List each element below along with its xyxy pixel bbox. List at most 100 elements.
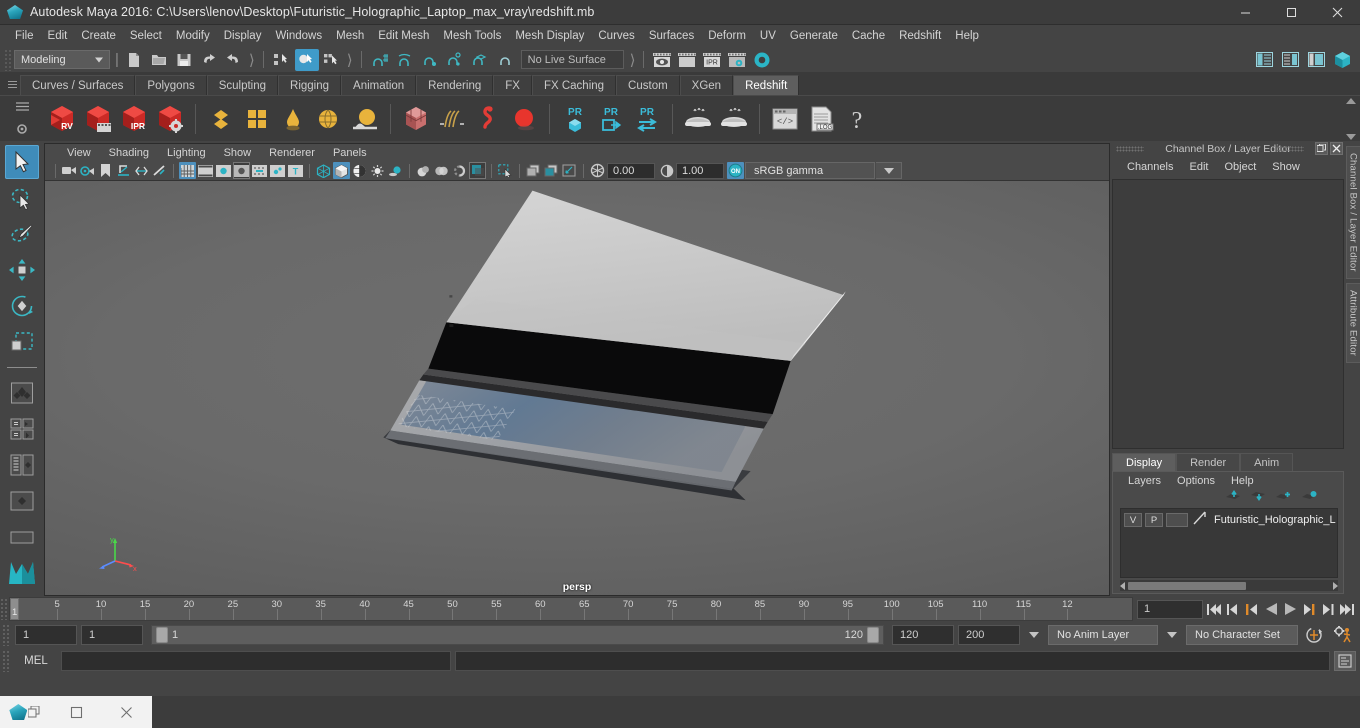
panel-grip-left[interactable]: [1116, 146, 1144, 152]
range-start-field[interactable]: 1: [81, 625, 143, 645]
character-set-select[interactable]: No Character Set: [1186, 625, 1298, 645]
attribute-editor-icon[interactable]: [1278, 49, 1302, 71]
shelf-options-icon[interactable]: [15, 122, 29, 141]
layer-list[interactable]: V P Futuristic_Holographic_L: [1120, 508, 1338, 578]
range-left-handle[interactable]: [156, 627, 168, 643]
snap-to-projected-center-icon[interactable]: [443, 49, 467, 71]
close-panel-icon[interactable]: [1330, 142, 1343, 155]
anim-layer-select[interactable]: No Anim Layer: [1048, 625, 1158, 645]
shelf-redshift-script-editor[interactable]: </>: [768, 102, 802, 136]
minimize-icon[interactable]: [1222, 0, 1268, 25]
four-view-layout[interactable]: [5, 412, 39, 446]
new-layer-icon[interactable]: [1276, 489, 1291, 507]
layer-visibility-toggle[interactable]: V: [1124, 513, 1142, 527]
xray-display-icon[interactable]: [525, 162, 542, 179]
shelf-menu-icon[interactable]: [15, 98, 29, 116]
time-slider-grip[interactable]: [0, 598, 9, 620]
shelf-redshift-pr-export[interactable]: PR: [594, 102, 628, 136]
outliner-persp-layout[interactable]: [5, 448, 39, 482]
channelbox-menu-show[interactable]: Show: [1265, 160, 1307, 174]
menu-uv[interactable]: UV: [753, 26, 783, 46]
maximize-icon[interactable]: [1268, 0, 1314, 25]
play-backwards-icon[interactable]: [1264, 601, 1278, 617]
command-language-label[interactable]: MEL: [15, 655, 57, 667]
shelf-scroll-up-icon[interactable]: [1346, 98, 1356, 104]
multisample-icon[interactable]: [451, 162, 468, 179]
shelf-redshift-sub-surface[interactable]: [276, 102, 310, 136]
layer-menu-help[interactable]: Help: [1224, 475, 1261, 487]
menu-file[interactable]: File: [8, 26, 41, 46]
image-plane-icon[interactable]: [115, 162, 132, 179]
shelf-redshift-sun-sky[interactable]: [348, 102, 382, 136]
range-right-handle[interactable]: [867, 627, 879, 643]
shelf-redshift-sphere-light[interactable]: [507, 102, 541, 136]
layer-color-swatch-icon[interactable]: [1193, 511, 1207, 530]
auto-keyframe-icon[interactable]: [1302, 626, 1326, 644]
restore-window-icon[interactable]: [51, 696, 102, 728]
viewport-menu-renderer[interactable]: Renderer: [261, 146, 323, 160]
layer-shading-toggle[interactable]: [1166, 513, 1188, 527]
shelf-redshift-bake-2[interactable]: [717, 102, 751, 136]
play-forwards-icon[interactable]: [1283, 601, 1297, 617]
live-surface-field[interactable]: No Live Surface: [520, 50, 624, 69]
sidebar-toggle-icon[interactable]: [1252, 49, 1276, 71]
channelbox-menu-object[interactable]: Object: [1217, 160, 1263, 174]
viewport-menu-lighting[interactable]: Lighting: [159, 146, 214, 160]
color-management-chevron-down-icon[interactable]: [876, 162, 902, 179]
new-layer-from-selected-icon[interactable]: [1302, 489, 1317, 507]
panel-grip-right[interactable]: [1276, 146, 1304, 152]
channel-box-content[interactable]: [1112, 179, 1344, 449]
layer-playback-toggle[interactable]: P: [1145, 513, 1163, 527]
redo-icon[interactable]: [222, 49, 246, 71]
menu-display[interactable]: Display: [217, 26, 269, 46]
shelf-redshift-material[interactable]: [204, 102, 238, 136]
anim-layer-chevron-down-icon[interactable]: [1029, 632, 1039, 638]
menu-edit[interactable]: Edit: [41, 26, 75, 46]
motion-blur-icon[interactable]: [433, 162, 450, 179]
script-editor-icon[interactable]: [1334, 651, 1356, 671]
view-transform-icon[interactable]: [561, 162, 578, 179]
shelf-redshift-volume[interactable]: [471, 102, 505, 136]
snap-to-point-icon[interactable]: [418, 49, 442, 71]
range-slider[interactable]: 1 120: [151, 625, 884, 645]
shelf-tab-redshift[interactable]: Redshift: [733, 75, 800, 95]
menu-generate[interactable]: Generate: [783, 26, 845, 46]
layer-menu-options[interactable]: Options: [1170, 475, 1222, 487]
select-by-component-icon[interactable]: [320, 49, 344, 71]
channelbox-menu-edit[interactable]: Edit: [1182, 160, 1215, 174]
smooth-shade-all-icon[interactable]: [333, 162, 350, 179]
shelf-redshift-render-settings[interactable]: [153, 102, 187, 136]
gamma-value[interactable]: 1.00: [676, 162, 724, 179]
menu-select[interactable]: Select: [123, 26, 169, 46]
xray-joints-icon[interactable]: [269, 162, 286, 179]
step-forward-frame-icon[interactable]: [1302, 601, 1316, 617]
range-grip[interactable]: [2, 624, 11, 646]
table-row[interactable]: V P Futuristic_Holographic_L: [1121, 511, 1337, 530]
menu-mesh[interactable]: Mesh: [329, 26, 371, 46]
channel-box-icon[interactable]: [1330, 49, 1354, 71]
shelf-tab-curves-surfaces[interactable]: Curves / Surfaces: [20, 75, 136, 95]
film-gate-icon[interactable]: [197, 162, 214, 179]
shelf-scroll-down-icon[interactable]: [1346, 134, 1356, 140]
channelbox-menu-channels[interactable]: Channels: [1120, 160, 1180, 174]
depth-of-field-icon[interactable]: [469, 162, 486, 179]
hypershade-icon[interactable]: [750, 49, 774, 71]
go-to-end-icon[interactable]: [1340, 601, 1354, 617]
resolution-gate-icon[interactable]: [215, 162, 232, 179]
viewport-menu-panels[interactable]: Panels: [325, 146, 375, 160]
exposure-icon[interactable]: [589, 162, 606, 179]
paint-select-tool[interactable]: [5, 217, 39, 251]
shelf-scroll-arrows[interactable]: [1344, 98, 1358, 140]
maya-taskbar-icon[interactable]: [0, 696, 51, 728]
sidetab-attribute-editor[interactable]: Attribute Editor: [1345, 282, 1360, 363]
lasso-select-tool[interactable]: [5, 181, 39, 215]
viewport-menu-view[interactable]: View: [59, 146, 99, 160]
menu-deform[interactable]: Deform: [701, 26, 753, 46]
menu-windows[interactable]: Windows: [268, 26, 329, 46]
layer-name[interactable]: Futuristic_Holographic_L: [1214, 514, 1336, 526]
grid-icon[interactable]: [179, 162, 196, 179]
select-tool[interactable]: [5, 145, 39, 179]
statusbar-grip[interactable]: [4, 48, 13, 71]
persp-graph-layout[interactable]: [5, 484, 39, 518]
undock-icon[interactable]: [1315, 142, 1328, 155]
